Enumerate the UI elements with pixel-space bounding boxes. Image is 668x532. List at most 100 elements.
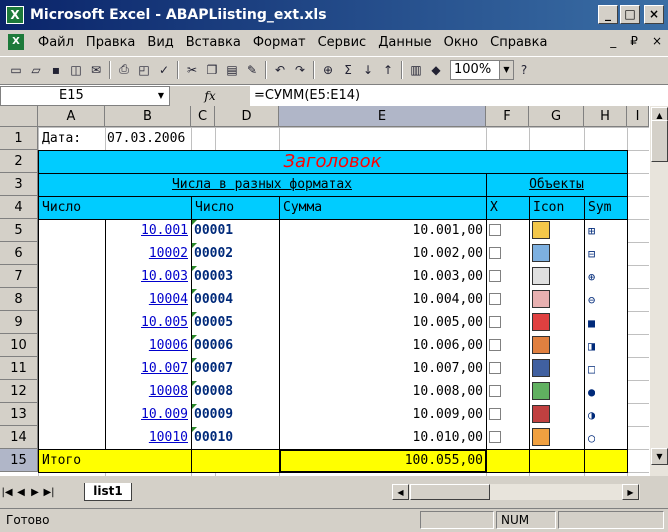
- cell-number-text[interactable]: 00009: [194, 403, 233, 426]
- spreadsheet-grid[interactable]: A B C D E F G H I 1 2 3 4 5 6 7 8 9 10 11 12 13 14 15 Дата: 07.03…: [0, 106, 668, 476]
- open-folder-icon[interactable]: ▱: [26, 60, 46, 80]
- cell-sum[interactable]: 10.001,00: [279, 219, 483, 242]
- sheet-tab-list1[interactable]: list1: [84, 483, 132, 501]
- minimize-button[interactable]: _: [598, 5, 618, 24]
- cell-number[interactable]: 10010: [38, 426, 188, 449]
- checkbox[interactable]: [489, 408, 501, 420]
- row-header-8[interactable]: 8: [0, 288, 38, 311]
- scroll-thumb[interactable]: [651, 120, 668, 162]
- filter-icon[interactable]: [532, 313, 550, 331]
- cell-sum[interactable]: 10.004,00: [279, 288, 483, 311]
- sort-desc-icon[interactable]: ↑: [378, 60, 398, 80]
- row-header-10[interactable]: 10: [0, 334, 38, 357]
- remove-column-icon[interactable]: [532, 405, 550, 423]
- email-icon[interactable]: ✉: [86, 60, 106, 80]
- magnifier-clock-icon[interactable]: [532, 221, 550, 239]
- menu-tools[interactable]: Сервис: [312, 35, 373, 50]
- workbook-icon[interactable]: X: [8, 34, 24, 50]
- cell-number-text[interactable]: 00006: [194, 334, 233, 357]
- first-sheet-icon[interactable]: |◀: [0, 487, 14, 498]
- cell-number[interactable]: 10004: [38, 288, 188, 311]
- autosum-icon[interactable]: Σ: [338, 60, 358, 80]
- row-header-12[interactable]: 12: [0, 380, 38, 403]
- checkbox[interactable]: [489, 247, 501, 259]
- formula-input[interactable]: =СУММ(E5:E14): [250, 88, 360, 103]
- hscroll-thumb[interactable]: [410, 484, 490, 500]
- cell-number-text[interactable]: 00003: [194, 265, 233, 288]
- cell-number[interactable]: 10008: [38, 380, 188, 403]
- save-icon[interactable]: ▪: [46, 60, 66, 80]
- doc-restore-button[interactable]: ₽: [630, 34, 638, 48]
- menu-format[interactable]: Формат: [247, 35, 312, 50]
- row-header-11[interactable]: 11: [0, 357, 38, 380]
- cell-sum[interactable]: 10.007,00: [279, 357, 483, 380]
- cell-number[interactable]: 10.005: [38, 311, 188, 334]
- next-sheet-icon[interactable]: ▶: [28, 487, 42, 498]
- checkbox[interactable]: [489, 339, 501, 351]
- copy-icon[interactable]: ❐: [202, 60, 222, 80]
- menu-edit[interactable]: Правка: [80, 35, 141, 50]
- cell-sum[interactable]: 10.002,00: [279, 242, 483, 265]
- doc-close-button[interactable]: ×: [652, 34, 662, 48]
- checkbox[interactable]: [489, 362, 501, 374]
- scroll-down-icon[interactable]: ▼: [651, 448, 668, 465]
- menu-file[interactable]: Файл: [32, 35, 80, 50]
- scroll-left-icon[interactable]: ◀: [392, 484, 409, 500]
- checkbox[interactable]: [489, 270, 501, 282]
- last-sheet-icon[interactable]: ▶|: [42, 487, 56, 498]
- cell-number-text[interactable]: 00001: [194, 219, 233, 242]
- undo-icon[interactable]: ↶: [270, 60, 290, 80]
- row-header-6[interactable]: 6: [0, 242, 38, 265]
- spelling-icon[interactable]: ✓: [154, 60, 174, 80]
- cell-number[interactable]: 10006: [38, 334, 188, 357]
- magnifier-doc-icon[interactable]: [532, 244, 550, 262]
- format-painter-icon[interactable]: ✎: [242, 60, 262, 80]
- edit-pencil-icon[interactable]: [532, 428, 550, 446]
- cell-sum[interactable]: 10.005,00: [279, 311, 483, 334]
- help-icon[interactable]: ?: [514, 60, 534, 80]
- excel-app-icon[interactable]: X: [6, 6, 24, 24]
- horizontal-scrollbar[interactable]: ◀ ▶: [392, 484, 640, 500]
- zoom-select[interactable]: 100% ▼: [450, 59, 514, 80]
- cell-sum[interactable]: 10.008,00: [279, 380, 483, 403]
- print-icon[interactable]: ⎙: [114, 60, 134, 80]
- row-header-2[interactable]: 2: [0, 150, 38, 173]
- row-header-5[interactable]: 5: [0, 219, 38, 242]
- cell-sum[interactable]: 10.003,00: [279, 265, 483, 288]
- cell-number[interactable]: 10.009: [38, 403, 188, 426]
- row-header-3[interactable]: 3: [0, 173, 38, 196]
- menu-window[interactable]: Окно: [438, 35, 485, 50]
- fx-icon[interactable]: fx: [170, 85, 250, 106]
- chevron-down-icon[interactable]: ▼: [154, 88, 168, 104]
- chevron-down-icon[interactable]: ▼: [499, 60, 513, 79]
- row-header-4[interactable]: 4: [0, 196, 38, 219]
- column-header-h[interactable]: H: [584, 106, 627, 127]
- cell-sum[interactable]: 10.009,00: [279, 403, 483, 426]
- row-header-14[interactable]: 14: [0, 426, 38, 449]
- column-header-f[interactable]: F: [486, 106, 529, 127]
- row-header-9[interactable]: 9: [0, 311, 38, 334]
- column-header-d[interactable]: D: [215, 106, 279, 127]
- scroll-right-icon[interactable]: ▶: [622, 484, 639, 500]
- vertical-scrollbar[interactable]: ▲ ▼: [649, 106, 668, 476]
- checkbox[interactable]: [489, 431, 501, 443]
- column-header-a[interactable]: A: [38, 106, 105, 127]
- print-preview-icon[interactable]: ◰: [134, 60, 154, 80]
- save-floppy-icon[interactable]: [532, 359, 550, 377]
- copy-doc-icon[interactable]: [532, 290, 550, 308]
- select-all-corner[interactable]: [0, 106, 38, 127]
- cell-number-text[interactable]: 00005: [194, 311, 233, 334]
- cell-number[interactable]: 10.003: [38, 265, 188, 288]
- cell-number-text[interactable]: 00004: [194, 288, 233, 311]
- new-doc-icon[interactable]: ▭: [6, 60, 26, 80]
- print-preview-icon[interactable]: [532, 267, 550, 285]
- prev-sheet-icon[interactable]: ◀: [14, 487, 28, 498]
- cut-icon[interactable]: ✂: [182, 60, 202, 80]
- chart-wizard-icon[interactable]: ▥: [406, 60, 426, 80]
- checkbox[interactable]: [489, 385, 501, 397]
- cell-number[interactable]: 10.001: [38, 219, 188, 242]
- checkbox[interactable]: [489, 293, 501, 305]
- menu-data[interactable]: Данные: [372, 35, 437, 50]
- row-header-13[interactable]: 13: [0, 403, 38, 426]
- stamp-icon[interactable]: [532, 336, 550, 354]
